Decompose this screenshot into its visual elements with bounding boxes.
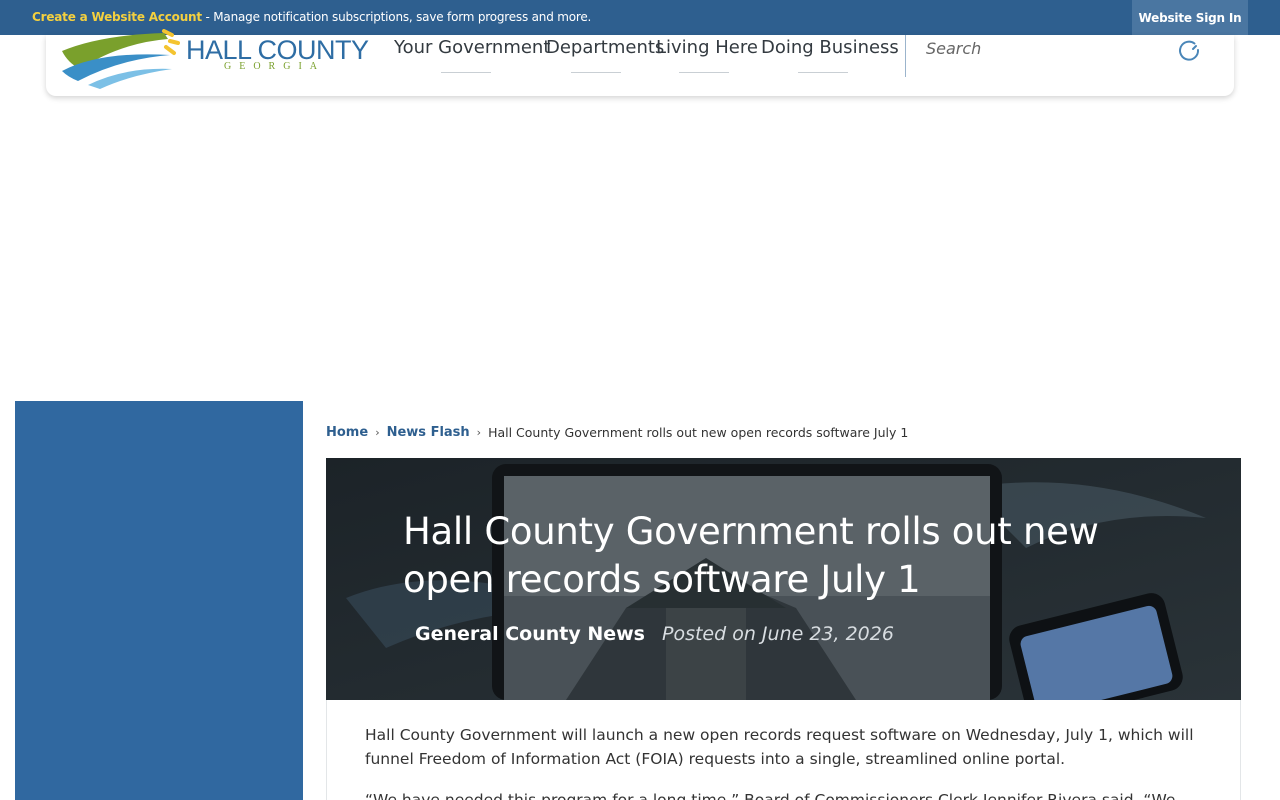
notification-message: Create a Website Account - Manage notifi… xyxy=(32,10,591,24)
nav-doing-business[interactable]: Doing Business xyxy=(761,37,899,58)
breadcrumb-separator: › xyxy=(375,426,380,439)
hall-county-logo[interactable] xyxy=(60,29,180,91)
logo-subtitle: GEORGIA xyxy=(224,61,325,72)
breadcrumb-news-flash[interactable]: News Flash xyxy=(387,425,470,440)
notification-bar: Create a Website Account - Manage notifi… xyxy=(0,0,1280,35)
article-posted-date: Posted on June 23, 2026 xyxy=(662,623,894,645)
article-paragraph: Hall County Government will launch a new… xyxy=(365,726,1194,768)
breadcrumb-current: Hall County Government rolls out new ope… xyxy=(488,425,909,440)
left-sidebar xyxy=(15,401,303,800)
article-body: Hall County Government will launch a new… xyxy=(326,700,1241,800)
nav-underline xyxy=(679,72,729,73)
create-account-link[interactable]: Create a Website Account xyxy=(32,10,202,24)
nav-living-here[interactable]: Living Here xyxy=(656,37,758,58)
breadcrumb: Home › News Flash › Hall County Governme… xyxy=(326,425,908,440)
site-header: HALL COUNTY GEORGIA Your Government Depa… xyxy=(46,29,1234,96)
logo-mark-icon xyxy=(62,29,180,89)
search-input[interactable] xyxy=(926,37,1166,59)
nav-your-government[interactable]: Your Government xyxy=(394,37,550,58)
nav-departments[interactable]: Departments xyxy=(546,37,664,58)
search-button[interactable] xyxy=(1174,35,1204,65)
search-icon xyxy=(1179,40,1200,61)
nav-underline xyxy=(571,72,621,73)
nav-underline xyxy=(441,72,491,73)
breadcrumb-home[interactable]: Home xyxy=(326,425,368,440)
website-sign-in-button[interactable]: Website Sign In xyxy=(1132,0,1248,35)
notification-text: - Manage notification subscriptions, sav… xyxy=(201,10,592,24)
nav-divider xyxy=(905,35,906,77)
article-title: Hall County Government rolls out new ope… xyxy=(403,510,1099,601)
nav-underline xyxy=(798,72,848,73)
article-category: General County News xyxy=(415,623,645,645)
article-hero: Hall County Government rolls out new ope… xyxy=(326,458,1241,700)
breadcrumb-separator: › xyxy=(476,426,482,439)
article-paragraph: “We have needed this program for a long … xyxy=(365,791,1176,800)
